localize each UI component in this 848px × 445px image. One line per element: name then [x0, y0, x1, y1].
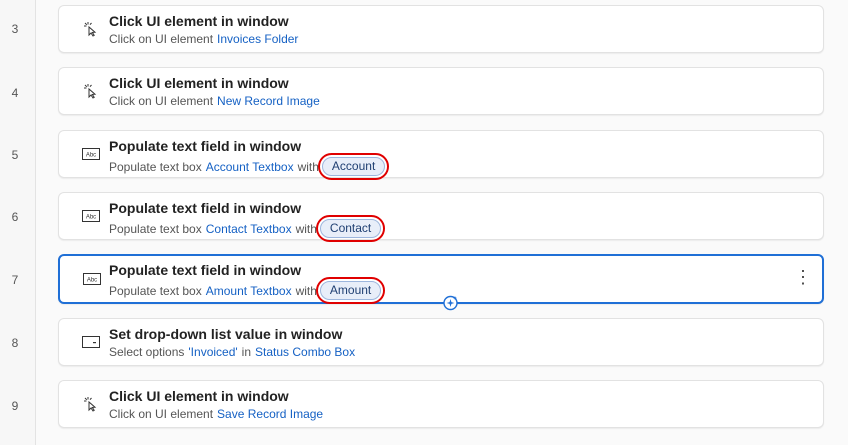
click-cursor-icon	[81, 82, 101, 100]
more-options-icon[interactable]: ⋮	[794, 268, 812, 286]
action-title: Populate text field in window	[109, 262, 302, 278]
ui-element-link[interactable]: Account Textbox	[206, 160, 294, 174]
textbox-icon: Abc	[81, 207, 101, 225]
ui-element-link[interactable]: Status Combo Box	[255, 345, 355, 359]
action-description: Select options 'Invoiced' in Status Comb…	[109, 345, 356, 359]
action-title: Click UI element in window	[109, 388, 289, 404]
click-cursor-icon	[81, 395, 101, 413]
step-number-7: 7	[11, 273, 19, 287]
action-description: Click on UI element New Record Image	[109, 94, 320, 108]
action-title: Set drop-down list value in window	[109, 326, 343, 342]
step-number-3: 3	[11, 22, 19, 36]
step-number-4: 4	[11, 86, 19, 100]
action-description: Populate text box Amount Textbox with Am…	[109, 277, 386, 304]
action-card-click-invoices-folder[interactable]: Click UI element in window Click on UI e…	[58, 5, 824, 53]
step-number-6: 6	[11, 210, 19, 224]
action-description: Click on UI element Invoices Folder	[109, 32, 299, 46]
action-description: Click on UI element Save Record Image	[109, 407, 324, 421]
step-number-8: 8	[11, 336, 19, 350]
svg-text:Abc: Abc	[86, 153, 96, 159]
step-number-9: 9	[11, 399, 19, 413]
action-description: Populate text box Account Textbox with A…	[109, 153, 390, 180]
action-card-populate-account[interactable]: Abc Populate text field in window Popula…	[58, 130, 824, 180]
copilot-sparkle-icon[interactable]	[442, 294, 459, 311]
action-card-set-dropdown[interactable]: Set drop-down list value in window Selec…	[58, 318, 824, 366]
line-number-gutter: 3 4 5 6 7 8 9	[0, 0, 36, 445]
option-value-link[interactable]: 'Invoiced'	[188, 345, 237, 359]
step-number-5: 5	[11, 148, 19, 162]
variable-pill-amount[interactable]: Amount	[315, 277, 386, 304]
ui-element-link[interactable]: Save Record Image	[217, 407, 323, 421]
action-title: Click UI element in window	[109, 75, 289, 91]
click-cursor-icon	[81, 20, 101, 38]
svg-text:Abc: Abc	[87, 278, 97, 284]
ui-element-link[interactable]: New Record Image	[217, 94, 320, 108]
action-card-populate-amount[interactable]: Abc Populate text field in window Popula…	[58, 254, 824, 304]
ui-element-link[interactable]: Invoices Folder	[217, 32, 298, 46]
action-card-click-save-record[interactable]: Click UI element in window Click on UI e…	[58, 380, 824, 428]
action-title: Populate text field in window	[109, 200, 302, 216]
variable-pill-contact[interactable]: Contact	[315, 215, 386, 242]
action-description: Populate text box Contact Textbox with C…	[109, 215, 386, 242]
ui-element-link[interactable]: Amount Textbox	[206, 284, 292, 298]
textbox-icon: Abc	[81, 145, 101, 163]
action-title: Click UI element in window	[109, 13, 289, 29]
dropdown-icon	[81, 333, 101, 351]
action-card-populate-contact[interactable]: Abc Populate text field in window Popula…	[58, 192, 824, 242]
svg-text:Abc: Abc	[86, 215, 96, 221]
action-title: Populate text field in window	[109, 138, 302, 154]
action-card-click-new-record[interactable]: Click UI element in window Click on UI e…	[58, 67, 824, 115]
variable-pill-account[interactable]: Account	[317, 153, 390, 180]
ui-element-link[interactable]: Contact Textbox	[206, 222, 292, 236]
textbox-icon: Abc	[82, 270, 102, 288]
